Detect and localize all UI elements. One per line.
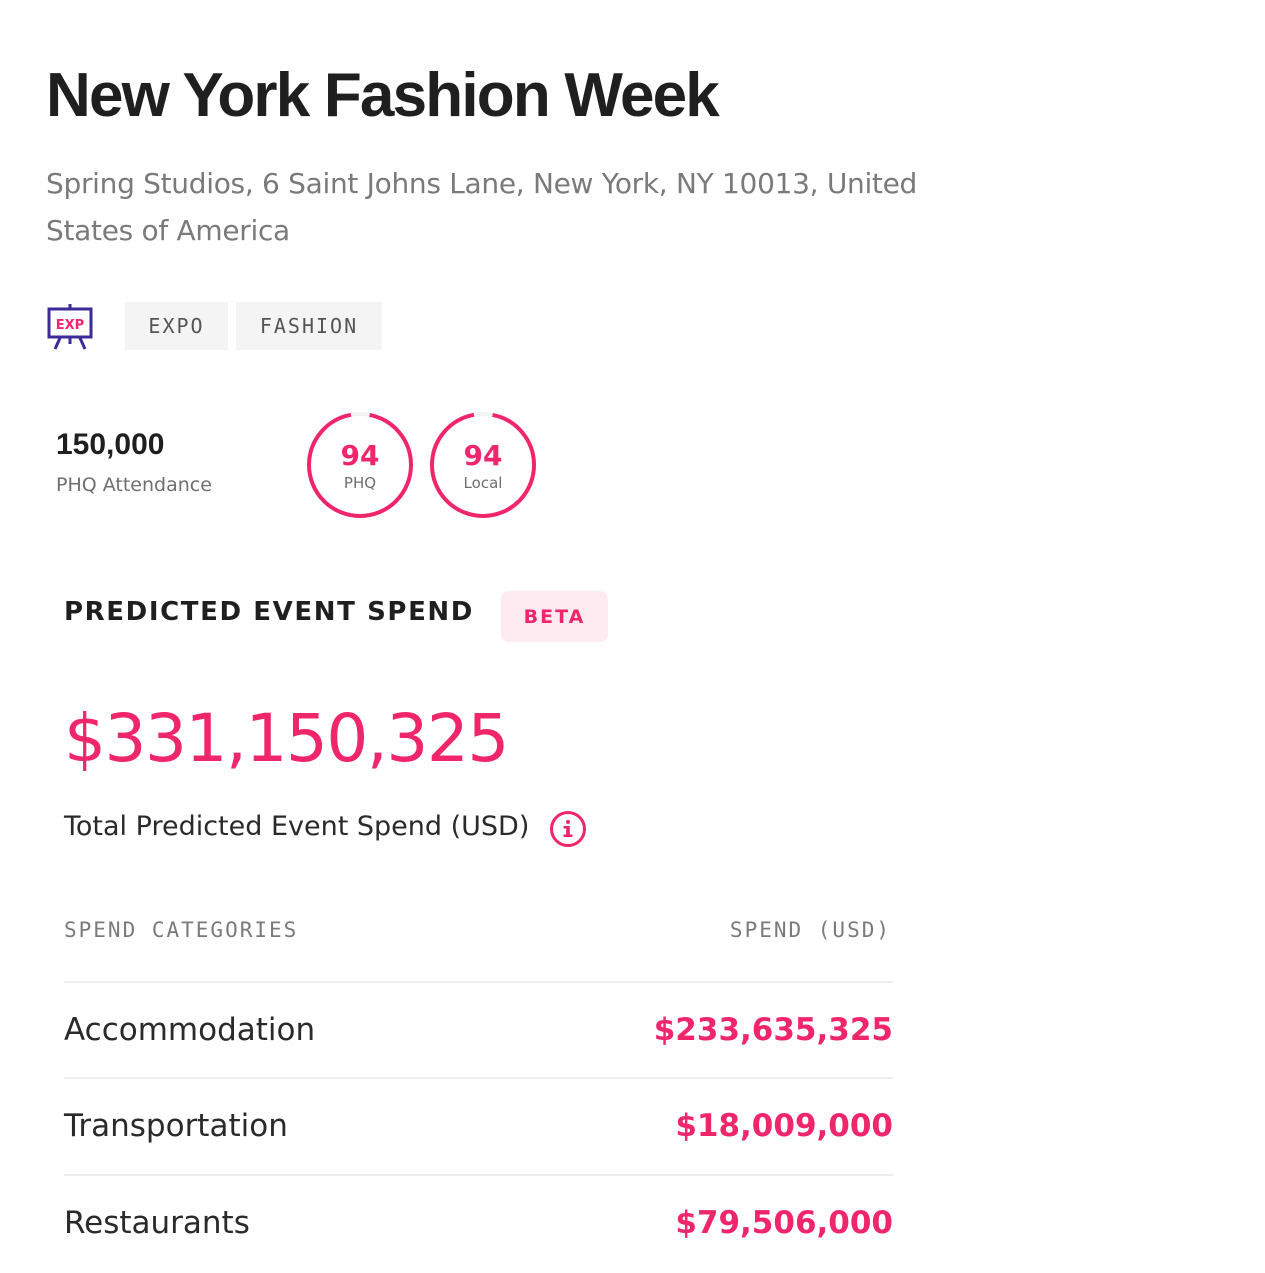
header-spend-categories: SPEND CATEGORIES [64,918,299,942]
section-title: PREDICTED EVENT SPEND [64,597,474,627]
info-icon[interactable] [549,810,587,848]
row-amount-restaurants: $79,506,000 [675,1205,893,1241]
tag-expo[interactable]: EXPO [125,302,228,350]
svg-text:EXP: EXP [56,318,84,333]
divider [64,1077,893,1079]
row-category-accommodation: Accommodation [64,1012,316,1048]
tag-fashion[interactable]: FASHION [236,302,382,350]
phq-rank-ring[interactable]: 94 PHQ [307,412,413,518]
row-amount-accommodation: $233,635,325 [653,1012,893,1048]
total-spend-label: Total Predicted Event Spend (USD) [64,811,530,842]
header-spend-usd: SPEND (USD) [729,918,891,942]
divider [64,981,893,983]
expo-easel-icon: EXP [47,304,93,350]
attendance-value: 150,000 [56,428,165,461]
event-title: New York Fashion Week [46,61,720,130]
local-rank-label: Local [463,474,503,492]
phq-rank-value: 94 [340,439,380,472]
divider [64,1174,893,1176]
local-rank-value: 94 [463,439,503,472]
attendance-label: PHQ Attendance [56,474,212,496]
phq-rank-label: PHQ [343,474,377,492]
local-rank-ring[interactable]: 94 Local [430,412,536,518]
row-amount-transportation: $18,009,000 [675,1108,893,1144]
event-address: Spring Studios, 6 Saint Johns Lane, New … [46,167,918,247]
row-category-restaurants: Restaurants [64,1205,250,1241]
total-spend-amount: $331,150,325 [64,700,509,777]
row-category-transportation: Transportation [64,1108,288,1144]
beta-badge: BETA [501,591,608,642]
